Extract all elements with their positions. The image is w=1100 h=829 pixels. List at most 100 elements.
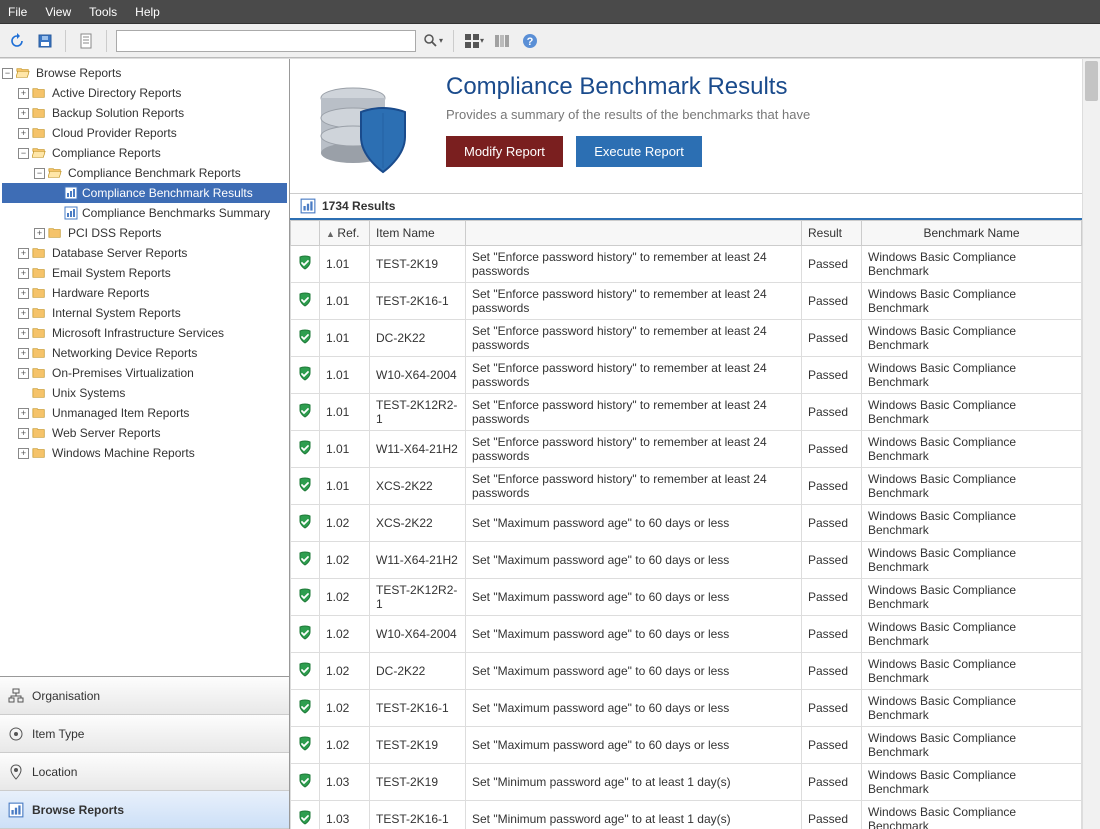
document-button[interactable] <box>75 30 97 52</box>
table-row[interactable]: 1.02TEST-2K19Set "Maximum password age" … <box>291 727 1082 764</box>
tree-item[interactable]: + Active Directory Reports <box>2 83 287 103</box>
tree-toggle[interactable]: − <box>2 68 13 79</box>
tree-item[interactable]: +Email System Reports <box>2 263 287 283</box>
tree-toggle[interactable]: + <box>18 128 29 139</box>
ref-cell: 1.02 <box>320 505 370 542</box>
ref-cell: 1.01 <box>320 320 370 357</box>
desc-cell: Set "Maximum password age" to 60 days or… <box>466 653 802 690</box>
tree-toggle[interactable]: + <box>18 268 29 279</box>
tree-item[interactable]: +Unmanaged Item Reports <box>2 403 287 423</box>
tree-item[interactable]: Compliance Benchmark Results <box>2 183 287 203</box>
grid-view-button[interactable]: ▾ <box>463 30 485 52</box>
tree-toggle[interactable]: + <box>18 308 29 319</box>
tree-toggle[interactable]: + <box>18 428 29 439</box>
col-item[interactable]: Item Name <box>370 221 466 246</box>
tree-toggle[interactable]: + <box>18 408 29 419</box>
tree-item[interactable]: +PCI DSS Reports <box>2 223 287 243</box>
columns-button[interactable] <box>491 30 513 52</box>
vertical-scrollbar[interactable] <box>1082 59 1100 829</box>
table-row[interactable]: 1.01TEST-2K16-1Set "Enforce password his… <box>291 283 1082 320</box>
result-cell: Passed <box>802 801 862 829</box>
tree-toggle[interactable]: − <box>18 148 29 159</box>
tree-item[interactable]: Unix Systems <box>2 383 287 403</box>
col-status[interactable] <box>291 221 320 246</box>
table-row[interactable]: 1.01XCS-2K22Set "Enforce password histor… <box>291 468 1082 505</box>
tree-item[interactable]: +Hardware Reports <box>2 283 287 303</box>
result-cell: Passed <box>802 616 862 653</box>
tree-toggle[interactable]: + <box>18 288 29 299</box>
nav-location[interactable]: Location <box>0 753 289 791</box>
status-pass-icon <box>297 773 313 789</box>
table-row[interactable]: 1.02W11-X64-21H2Set "Maximum password ag… <box>291 542 1082 579</box>
tree-toggle[interactable]: − <box>34 168 45 179</box>
table-row[interactable]: 1.02W10-X64-2004Set "Maximum password ag… <box>291 616 1082 653</box>
tree-item[interactable]: −Browse Reports <box>2 63 287 83</box>
tree-toggle[interactable]: + <box>34 228 45 239</box>
col-desc[interactable] <box>466 221 802 246</box>
tree-toggle[interactable]: + <box>18 88 29 99</box>
tree-item[interactable]: +Web Server Reports <box>2 423 287 443</box>
tree-toggle[interactable]: + <box>18 348 29 359</box>
tree-item[interactable]: +Database Server Reports <box>2 243 287 263</box>
table-row[interactable]: 1.03TEST-2K19Set "Minimum password age" … <box>291 764 1082 801</box>
table-row[interactable]: 1.01W11-X64-21H2Set "Enforce password hi… <box>291 431 1082 468</box>
col-bench[interactable]: Benchmark Name <box>862 221 1082 246</box>
col-ref[interactable]: Ref. <box>320 221 370 246</box>
ref-cell: 1.02 <box>320 616 370 653</box>
execute-report-button[interactable]: Execute Report <box>576 136 702 167</box>
table-row[interactable]: 1.03TEST-2K16-1Set "Minimum password age… <box>291 801 1082 829</box>
tree-item[interactable]: +Internal System Reports <box>2 303 287 323</box>
scrollbar-thumb[interactable] <box>1085 61 1098 101</box>
menu-view[interactable]: View <box>45 5 71 19</box>
nav-organisation[interactable]: Organisation <box>0 677 289 715</box>
table-row[interactable]: 1.02DC-2K22Set "Maximum password age" to… <box>291 653 1082 690</box>
folder-icon <box>32 86 48 100</box>
tree-toggle[interactable]: + <box>18 108 29 119</box>
table-row[interactable]: 1.01W10-X64-2004Set "Enforce password hi… <box>291 357 1082 394</box>
bench-cell: Windows Basic Compliance Benchmark <box>862 431 1082 468</box>
save-button[interactable] <box>34 30 56 52</box>
table-row[interactable]: 1.02XCS-2K22Set "Maximum password age" t… <box>291 505 1082 542</box>
tree-item[interactable]: + Windows Machine Reports <box>2 443 287 463</box>
search-button[interactable]: ▾ <box>422 30 444 52</box>
table-row[interactable]: 1.01TEST-2K19Set "Enforce password histo… <box>291 246 1082 283</box>
col-result[interactable]: Result <box>802 221 862 246</box>
help-button[interactable] <box>519 30 541 52</box>
tree-item[interactable]: +On-Premises Virtualization <box>2 363 287 383</box>
tree-item[interactable]: −Compliance Reports <box>2 143 287 163</box>
desc-cell: Set "Enforce password history" to rememb… <box>466 468 802 505</box>
menu-tools[interactable]: Tools <box>89 5 117 19</box>
nav-label: Item Type <box>32 727 84 741</box>
nav-item-type[interactable]: Item Type <box>0 715 289 753</box>
tree-item[interactable]: +Networking Device Reports <box>2 343 287 363</box>
table-row[interactable]: 1.02TEST-2K12R2-1Set "Maximum password a… <box>291 579 1082 616</box>
tree-toggle[interactable]: + <box>18 328 29 339</box>
menu-help[interactable]: Help <box>135 5 160 19</box>
tree-label: Windows Machine Reports <box>52 446 195 460</box>
refresh-button[interactable] <box>6 30 28 52</box>
tree-item[interactable]: +Cloud Provider Reports <box>2 123 287 143</box>
table-row[interactable]: 1.01TEST-2K12R2-1Set "Enforce password h… <box>291 394 1082 431</box>
tree-item[interactable]: Compliance Benchmarks Summary <box>2 203 287 223</box>
table-row[interactable]: 1.01DC-2K22Set "Enforce password history… <box>291 320 1082 357</box>
table-row[interactable]: 1.02TEST-2K16-1Set "Maximum password age… <box>291 690 1082 727</box>
tree-item[interactable]: +Backup Solution Reports <box>2 103 287 123</box>
tree-item[interactable]: +Microsoft Infrastructure Services <box>2 323 287 343</box>
search-input[interactable] <box>116 30 416 52</box>
tree-label: Active Directory Reports <box>52 86 181 100</box>
result-cell: Passed <box>802 246 862 283</box>
tree-item[interactable]: −Compliance Benchmark Reports <box>2 163 287 183</box>
result-cell: Passed <box>802 579 862 616</box>
tree-toggle[interactable]: + <box>18 368 29 379</box>
document-icon <box>78 33 94 49</box>
bench-cell: Windows Basic Compliance Benchmark <box>862 727 1082 764</box>
results-grid[interactable]: Ref. Item Name Result Benchmark Name 1.0… <box>290 220 1082 829</box>
nav-browse-reports[interactable]: Browse Reports <box>0 791 289 829</box>
modify-report-button[interactable]: Modify Report <box>446 136 563 167</box>
result-cell: Passed <box>802 283 862 320</box>
tree-toggle[interactable]: + <box>18 448 29 459</box>
ref-cell: 1.01 <box>320 468 370 505</box>
folder-icon <box>32 446 48 460</box>
tree-toggle[interactable]: + <box>18 248 29 259</box>
menu-file[interactable]: File <box>8 5 27 19</box>
